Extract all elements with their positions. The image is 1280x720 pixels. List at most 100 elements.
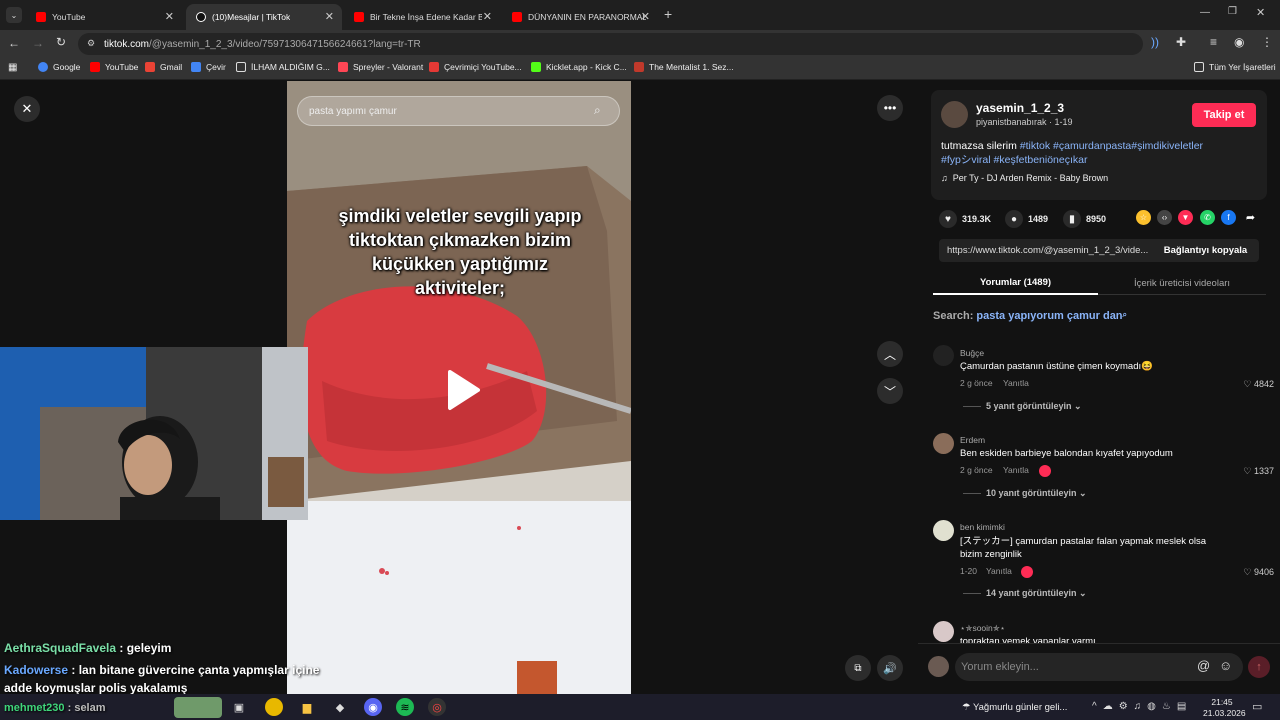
heart-icon[interactable]: ♥ bbox=[939, 210, 957, 228]
comment-username[interactable]: Erdem bbox=[960, 435, 985, 445]
mention-icon[interactable]: @ bbox=[1197, 658, 1210, 673]
back-arrow-icon[interactable]: ← bbox=[8, 36, 20, 50]
address-bar[interactable]: ⚙ tiktok.com/@yasemin_1_2_3/video/759713… bbox=[78, 33, 1143, 55]
related-search[interactable]: Search: pasta yapıyorum çamur dan⌕ bbox=[933, 310, 1127, 322]
site-info-icon[interactable]: ⚙ bbox=[87, 38, 95, 49]
app-icon[interactable]: ◆ bbox=[331, 698, 349, 716]
volume-button[interactable]: 🔊 bbox=[877, 655, 903, 681]
bookmark-google[interactable]: Google bbox=[38, 62, 80, 72]
avatar[interactable] bbox=[933, 345, 954, 366]
comment-username[interactable]: ben kimimki bbox=[960, 522, 1005, 532]
comment-stat[interactable]: ● 1489 bbox=[1005, 210, 1048, 228]
comment-like[interactable]: ♡ 1337 bbox=[1224, 466, 1274, 477]
task-view-icon[interactable]: ▣ bbox=[230, 698, 248, 716]
hashtags[interactable]: #tiktok #çamurdanpasta#şimdikiveletler bbox=[1020, 140, 1203, 152]
emoji-icon[interactable]: ☺ bbox=[1219, 658, 1232, 673]
apps-grid-icon[interactable]: ▦ bbox=[8, 62, 17, 73]
creator-username[interactable]: yasemin_1_2_3 bbox=[976, 101, 1064, 115]
creator-avatar[interactable] bbox=[941, 101, 968, 128]
tab-creator-videos[interactable]: İçerik üreticisi videoları bbox=[1098, 272, 1266, 295]
reply-button[interactable]: Yanıtla bbox=[1003, 378, 1029, 388]
gold-share-icon[interactable]: ☆ bbox=[1136, 210, 1151, 225]
comment-username[interactable]: Buğçe bbox=[960, 348, 984, 358]
avatar[interactable] bbox=[933, 520, 954, 541]
file-explorer-icon[interactable]: ▆ bbox=[298, 698, 316, 716]
reload-icon[interactable]: ↻ bbox=[56, 35, 66, 49]
bookmark-kicklet[interactable]: Kicklet.app - Kick C... bbox=[531, 62, 627, 72]
facebook-icon[interactable]: f bbox=[1221, 210, 1236, 225]
floating-player-button[interactable]: ⧉ bbox=[845, 655, 871, 681]
follow-button[interactable]: Takip et bbox=[1192, 103, 1256, 127]
spotify-icon[interactable]: ≋ bbox=[396, 698, 414, 716]
new-tab-button[interactable]: + bbox=[664, 6, 672, 22]
view-replies[interactable]: 14 yanıt görüntüleyin ⌄ bbox=[963, 588, 1087, 599]
reply-button[interactable]: Yanıtla bbox=[1003, 465, 1029, 475]
next-video-button[interactable]: ﹀ bbox=[877, 378, 903, 404]
comment-like[interactable]: ♡ 9406 bbox=[1224, 567, 1274, 578]
video-search-bar[interactable]: pasta yapımı çamur ⌕ bbox=[297, 96, 620, 126]
more-options-button[interactable]: ••• bbox=[877, 95, 903, 121]
music-row[interactable]: ♫ Per Ty - DJ Arden Remix - Baby Brown bbox=[941, 173, 1108, 183]
tab-comments[interactable]: Yorumlar (1489) bbox=[933, 272, 1098, 295]
weather-widget[interactable]: ☂ Yağmurlu günler geli... bbox=[962, 702, 1067, 713]
bookmark-mentalist[interactable]: The Mentalist 1. Sez... bbox=[634, 62, 734, 72]
bookmark-all-folder[interactable]: Tüm Yer İşaretleri bbox=[1194, 62, 1276, 72]
avatar[interactable] bbox=[933, 621, 954, 642]
comment-like[interactable]: ♡ 4842 bbox=[1224, 379, 1274, 390]
bookmark-gmail[interactable]: Gmail bbox=[145, 62, 182, 72]
media-control-icon[interactable]: ≡ bbox=[1210, 35, 1217, 49]
tab-paranormal-video[interactable]: DÜNYANIN EN PARANORMAL... ✕ bbox=[502, 4, 658, 30]
bookmark-translate[interactable]: Çevir bbox=[191, 62, 226, 72]
view-replies[interactable]: 10 yanıt görüntüleyin ⌄ bbox=[963, 488, 1087, 499]
music-title: Per Ty - DJ Arden Remix - Baby Brown bbox=[952, 173, 1109, 183]
comment-username[interactable]: ⋆✯sooin✯⋆ bbox=[960, 623, 1005, 634]
minimize-button[interactable]: — bbox=[1200, 7, 1210, 18]
close-icon[interactable]: ✕ bbox=[483, 10, 492, 23]
close-video-button[interactable]: ✕ bbox=[14, 96, 40, 122]
tab-youtube[interactable]: YouTube ✕ bbox=[26, 4, 182, 30]
comment-input[interactable]: Yorum ekleyin... @ ☺ bbox=[955, 653, 1243, 681]
recording-icon[interactable]: ◎ bbox=[428, 698, 446, 716]
system-tray[interactable]: ^☁⚙♫◍♨▤ bbox=[1092, 701, 1192, 712]
like-stat[interactable]: ♥ 319.3K bbox=[939, 210, 991, 228]
play-icon[interactable] bbox=[438, 366, 486, 414]
close-icon[interactable]: ✕ bbox=[641, 10, 650, 23]
bookmark-youtube[interactable]: YouTube bbox=[90, 62, 138, 72]
close-icon[interactable]: ✕ bbox=[325, 10, 334, 23]
whatsapp-icon[interactable]: ✆ bbox=[1200, 210, 1215, 225]
hashtags[interactable]: #fypシviral #keşfetbeniöneçıkar bbox=[941, 154, 1088, 166]
chrome-icon[interactable] bbox=[265, 698, 283, 716]
tab-tiktok[interactable]: (10)Mesajlar | TikTok ✕ bbox=[186, 4, 342, 30]
menu-kebab-icon[interactable]: ⋮ bbox=[1261, 35, 1273, 49]
bookmark-valorant[interactable]: Spreyler - Valorant bbox=[338, 62, 423, 72]
maximize-button[interactable]: ❐ bbox=[1228, 6, 1237, 17]
tab-search-button[interactable]: ⌄ bbox=[6, 7, 22, 23]
close-icon[interactable]: ✕ bbox=[165, 10, 174, 23]
taskbar-landscape-thumb[interactable] bbox=[174, 697, 222, 718]
bookmark-youtube-online[interactable]: Çevrimiçi YouTube... bbox=[429, 62, 522, 72]
window-close-button[interactable]: ✕ bbox=[1256, 6, 1265, 19]
profile-icon[interactable]: ◉ bbox=[1234, 35, 1244, 49]
extension-wave-icon[interactable]: )) bbox=[1151, 35, 1159, 49]
reply-button[interactable]: Yanıtla bbox=[986, 566, 1012, 576]
share-arrow-icon[interactable]: ➦ bbox=[1243, 210, 1258, 225]
forward-arrow-icon[interactable]: → bbox=[32, 36, 44, 50]
repost-icon[interactable]: ▼ bbox=[1178, 210, 1193, 225]
comment-bubble-icon[interactable]: ● bbox=[1005, 210, 1023, 228]
notifications-icon[interactable]: ▭ bbox=[1252, 700, 1262, 713]
bookmark-folder-ilham[interactable]: İLHAM ALDIĞIM G... bbox=[236, 62, 330, 72]
copy-link-button[interactable]: Bağlantıyı kopyala bbox=[1152, 239, 1259, 262]
avatar[interactable] bbox=[933, 433, 954, 454]
previous-video-button[interactable]: ︿ bbox=[877, 341, 903, 367]
tab-boat-video[interactable]: Bir Tekne İnşa Edene Kadar Bir... ✕ bbox=[344, 4, 500, 30]
video-player[interactable] bbox=[287, 81, 631, 694]
bookmark-icon[interactable]: ▮ bbox=[1063, 210, 1081, 228]
save-stat[interactable]: ▮ 8950 bbox=[1063, 210, 1106, 228]
clock[interactable]: 21:45 21.03.2026 bbox=[1203, 697, 1246, 719]
extensions-puzzle-icon[interactable]: ✚ bbox=[1176, 35, 1186, 49]
embed-icon[interactable]: ‹› bbox=[1157, 210, 1172, 225]
view-replies[interactable]: 5 yanıt görüntüleyin ⌄ bbox=[963, 401, 1082, 412]
search-icon[interactable]: ⌕ bbox=[594, 103, 601, 118]
discord-icon[interactable]: ◉ bbox=[364, 698, 382, 716]
send-comment-button[interactable]: ↑ bbox=[1248, 656, 1270, 678]
